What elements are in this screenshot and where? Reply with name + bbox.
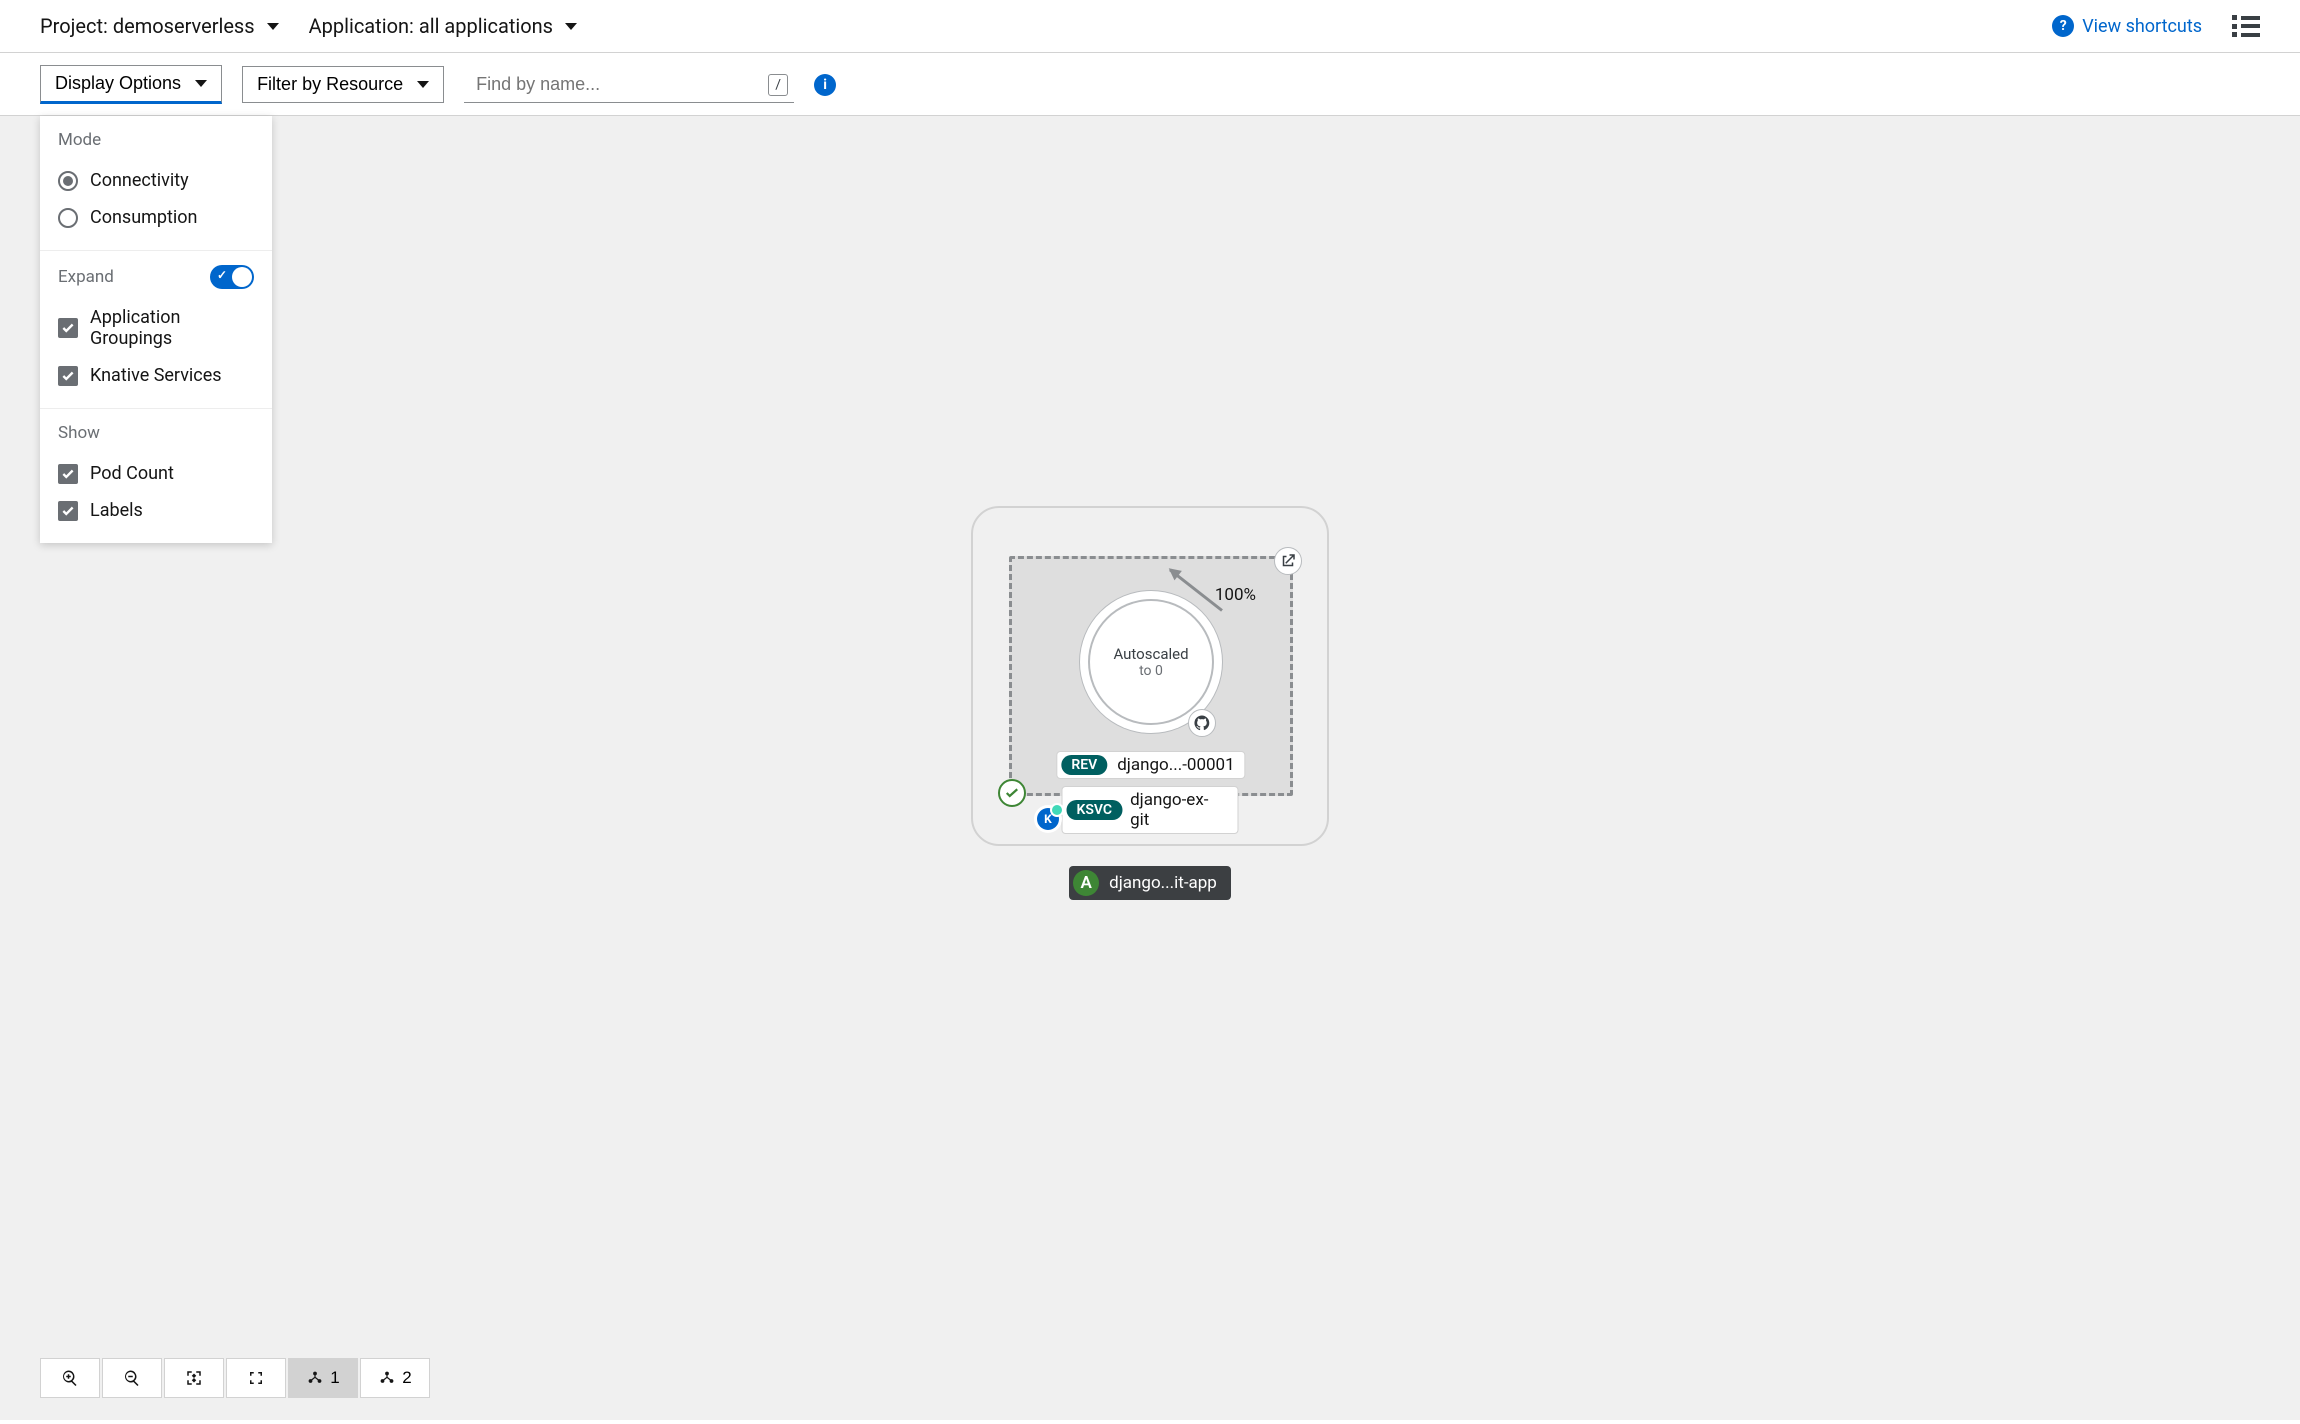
zoom-out-icon — [123, 1369, 141, 1387]
project-dropdown[interactable]: Project: demoserverless — [40, 14, 279, 38]
status-decorator-icon[interactable] — [998, 779, 1026, 807]
expand-app-groupings-checkbox[interactable]: Application Groupings — [58, 299, 254, 357]
ksvc-name: django-ex-git — [1130, 790, 1225, 830]
expand-icon — [247, 1369, 265, 1387]
mode-heading: Mode — [58, 130, 254, 150]
radio-label: Connectivity — [90, 170, 189, 191]
pod-status-line2: to 0 — [1139, 663, 1163, 679]
display-options-button[interactable]: Display Options — [40, 65, 222, 104]
layout-2-button[interactable]: 2 — [360, 1358, 430, 1398]
application-group[interactable]: 100% Autoscaled to 0 REV django...-00 — [971, 506, 1329, 846]
page-header: Project: demoserverless Application: all… — [0, 0, 2300, 53]
checkbox-icon — [58, 318, 78, 338]
application-label[interactable]: A django...it-app — [1069, 866, 1231, 900]
rev-name: django...-00001 — [1117, 755, 1234, 775]
expand-toggle[interactable] — [210, 265, 254, 289]
list-view-toggle-icon[interactable] — [2232, 15, 2260, 37]
git-decorator-icon[interactable] — [1188, 709, 1216, 737]
display-options-panel: Mode Connectivity Consumption Expand App… — [40, 116, 272, 543]
checkbox-label: Pod Count — [90, 463, 174, 484]
traffic-percent-label: 100% — [1215, 585, 1256, 605]
ksvc-label[interactable]: KSVC django-ex-git — [1062, 786, 1239, 834]
application-dropdown[interactable]: Application: all applications — [309, 14, 577, 38]
checkbox-label: Knative Services — [90, 365, 222, 386]
checkbox-label: Labels — [90, 500, 143, 521]
filter-resource-button[interactable]: Filter by Resource — [242, 66, 444, 103]
project-label: Project: demoserverless — [40, 14, 255, 38]
zoom-out-button[interactable] — [102, 1358, 162, 1398]
show-pod-count-checkbox[interactable]: Pod Count — [58, 455, 254, 492]
show-labels-checkbox[interactable]: Labels — [58, 492, 254, 529]
show-heading: Show — [58, 423, 254, 443]
zoom-in-button[interactable] — [40, 1358, 100, 1398]
checkbox-icon — [58, 464, 78, 484]
knative-letter: K — [1044, 812, 1052, 826]
display-options-label: Display Options — [55, 73, 181, 94]
checkbox-label: Application Groupings — [90, 307, 254, 349]
rev-badge: REV — [1061, 755, 1107, 775]
caret-down-icon — [417, 81, 429, 88]
layout-icon — [306, 1369, 324, 1387]
checkbox-icon — [58, 366, 78, 386]
caret-down-icon — [267, 23, 279, 30]
ksvc-badge: KSVC — [1067, 800, 1123, 820]
layout-1-label: 1 — [330, 1368, 339, 1388]
search-input[interactable] — [464, 67, 794, 103]
topology-canvas[interactable]: Mode Connectivity Consumption Expand App… — [0, 116, 2300, 1420]
reset-view-button[interactable] — [226, 1358, 286, 1398]
caret-down-icon — [195, 80, 207, 87]
fit-icon — [185, 1369, 203, 1387]
zoom-controls: 1 2 — [40, 1358, 430, 1398]
zoom-in-icon — [61, 1369, 79, 1387]
radio-label: Consumption — [90, 207, 198, 228]
revision-label[interactable]: REV django...-00001 — [1056, 751, 1245, 779]
shortcuts-label: View shortcuts — [2082, 16, 2202, 37]
route-decorator-icon[interactable] — [1274, 547, 1302, 575]
app-name: django...it-app — [1109, 873, 1217, 893]
search-shortcut-badge: / — [768, 74, 788, 96]
app-badge-icon: A — [1073, 870, 1099, 896]
pod-status-line1: Autoscaled — [1113, 645, 1188, 663]
topology-node-wrap: 100% Autoscaled to 0 REV django...-00 — [971, 506, 1329, 900]
search-wrap: / — [464, 67, 794, 103]
toolbar: Display Options Filter by Resource / i — [0, 53, 2300, 116]
filter-label: Filter by Resource — [257, 74, 403, 95]
knative-mini-badge — [1052, 805, 1062, 815]
layout-icon — [378, 1369, 396, 1387]
mode-consumption-radio[interactable]: Consumption — [58, 199, 254, 236]
help-icon: ? — [2052, 15, 2074, 37]
fit-to-screen-button[interactable] — [164, 1358, 224, 1398]
knative-service-group[interactable]: 100% Autoscaled to 0 REV django...-00 — [1009, 556, 1293, 796]
knative-decorator-icon: K — [1037, 808, 1059, 830]
checkbox-icon — [58, 501, 78, 521]
view-shortcuts-link[interactable]: ? View shortcuts — [2052, 15, 2202, 37]
application-label: Application: all applications — [309, 14, 553, 38]
expand-heading: Expand — [58, 267, 114, 287]
radio-icon — [58, 208, 78, 228]
expand-knative-checkbox[interactable]: Knative Services — [58, 357, 254, 394]
info-icon[interactable]: i — [814, 74, 836, 96]
caret-down-icon — [565, 23, 577, 30]
pod-ring[interactable]: Autoscaled to 0 — [1096, 607, 1206, 717]
layout-1-button[interactable]: 1 — [288, 1358, 358, 1398]
mode-connectivity-radio[interactable]: Connectivity — [58, 162, 254, 199]
layout-2-label: 2 — [402, 1368, 411, 1388]
radio-icon — [58, 171, 78, 191]
